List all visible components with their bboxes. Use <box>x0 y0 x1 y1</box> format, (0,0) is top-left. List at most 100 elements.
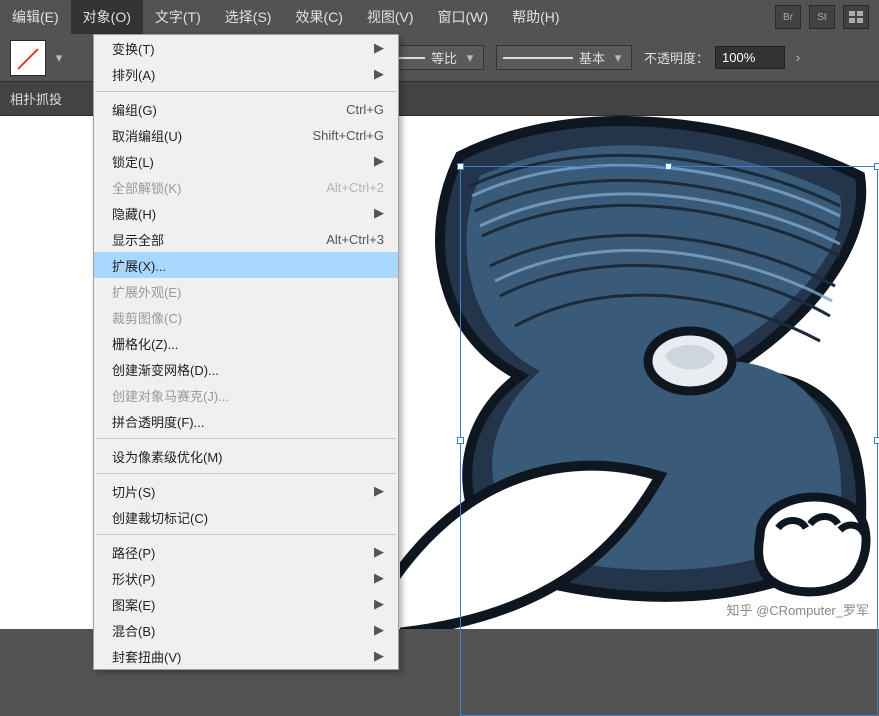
submenu-arrow-icon: ▶ <box>374 66 384 82</box>
menu-item: 裁剪图像(C) <box>94 304 398 330</box>
menu-item[interactable]: 锁定(L)▶ <box>94 148 398 174</box>
menu-item[interactable]: 隐藏(H)▶ <box>94 200 398 226</box>
menu-type[interactable]: 文字(T) <box>143 0 213 34</box>
menu-effect[interactable]: 效果(C) <box>283 0 354 34</box>
menu-label: 文字(T) <box>155 7 201 27</box>
menu-item-shortcut: Shift+Ctrl+G <box>312 128 384 143</box>
submenu-arrow-icon: ▶ <box>374 205 384 221</box>
bridge-icon[interactable]: Br <box>775 5 801 29</box>
menu-item[interactable]: 封套扭曲(V)▶ <box>94 643 398 669</box>
menu-item[interactable]: 编组(G)Ctrl+G <box>94 96 398 122</box>
selection-bounds[interactable] <box>460 166 878 716</box>
menu-item[interactable]: 路径(P)▶ <box>94 539 398 565</box>
stroke-select[interactable]: 基本 ▾ <box>496 45 632 70</box>
menu-label: 视图(V) <box>367 7 414 27</box>
menu-item[interactable]: 设为像素级优化(M) <box>94 443 398 469</box>
menu-item-label: 创建对象马赛克(J)... <box>112 386 384 405</box>
selection-handle[interactable] <box>874 163 879 170</box>
stroke-group: 基本 ▾ <box>496 45 632 70</box>
menu-edit[interactable]: 编辑(E) <box>0 0 71 34</box>
watermark: 知乎 @CRomputer_罗军 <box>726 600 869 619</box>
menu-separator <box>96 91 396 92</box>
menu-item[interactable]: 形状(P)▶ <box>94 565 398 591</box>
menu-item-label: 拼合透明度(F)... <box>112 412 384 431</box>
menu-label: 帮助(H) <box>512 7 559 27</box>
menu-item-label: 切片(S) <box>112 482 374 501</box>
menu-window[interactable]: 窗口(W) <box>426 0 501 34</box>
chevron-down-icon: ▾ <box>611 51 625 65</box>
menu-label: 窗口(W) <box>438 7 489 27</box>
menu-item[interactable]: 混合(B)▶ <box>94 617 398 643</box>
menu-item-label: 排列(A) <box>112 65 374 84</box>
submenu-arrow-icon: ▶ <box>374 596 384 612</box>
menu-item-label: 创建渐变网格(D)... <box>112 360 384 379</box>
fill-stroke-swatch[interactable] <box>10 40 46 76</box>
menu-item-label: 全部解锁(K) <box>112 178 326 197</box>
submenu-arrow-icon: ▶ <box>374 40 384 56</box>
selection-handle[interactable] <box>874 437 879 444</box>
menubar: 编辑(E) 对象(O) 文字(T) 选择(S) 效果(C) 视图(V) 窗口(W… <box>0 0 879 34</box>
menu-label: 编辑(E) <box>12 7 59 27</box>
menubar-icons: Br St <box>775 0 879 34</box>
menu-separator <box>96 534 396 535</box>
stock-icon[interactable]: St <box>809 5 835 29</box>
menu-item[interactable]: 切片(S)▶ <box>94 478 398 504</box>
menu-item-label: 混合(B) <box>112 621 374 640</box>
menu-item-label: 取消编组(U) <box>112 126 312 145</box>
opacity-label: 不透明度： <box>644 48 709 67</box>
submenu-arrow-icon: ▶ <box>374 570 384 586</box>
menu-label: 对象(O) <box>83 7 131 27</box>
menu-label: 选择(S) <box>225 7 272 27</box>
menu-item-label: 扩展(X)... <box>112 256 384 275</box>
menu-item-label: 锁定(L) <box>112 152 374 171</box>
opacity-more-icon[interactable]: › <box>791 51 805 65</box>
submenu-arrow-icon: ▶ <box>374 544 384 560</box>
menu-help[interactable]: 帮助(H) <box>500 0 571 34</box>
menu-item-label: 裁剪图像(C) <box>112 308 384 327</box>
menu-separator <box>96 438 396 439</box>
menu-item-label: 扩展外观(E) <box>112 282 384 301</box>
ratio-label: 等比 <box>431 48 457 67</box>
object-menu-dropdown: 变换(T)▶排列(A)▶编组(G)Ctrl+G取消编组(U)Shift+Ctrl… <box>93 34 399 670</box>
menu-item[interactable]: 扩展(X)... <box>94 252 398 278</box>
menu-item-label: 图案(E) <box>112 595 374 614</box>
submenu-arrow-icon: ▶ <box>374 648 384 664</box>
document-tab[interactable]: 相扑抓投 <box>10 89 62 108</box>
stroke-label: 基本 <box>579 48 605 67</box>
menu-label: 效果(C) <box>295 7 342 27</box>
menu-item[interactable]: 创建渐变网格(D)... <box>94 356 398 382</box>
menu-item[interactable]: 图案(E)▶ <box>94 591 398 617</box>
selection-handle[interactable] <box>665 163 672 170</box>
selection-handle[interactable] <box>457 163 464 170</box>
menu-view[interactable]: 视图(V) <box>355 0 426 34</box>
menu-item-label: 编组(G) <box>112 100 346 119</box>
menu-object[interactable]: 对象(O) <box>71 0 143 34</box>
menu-item-label: 显示全部 <box>112 230 326 249</box>
menu-item-label: 创建裁切标记(C) <box>112 508 384 527</box>
chevron-down-icon: ▾ <box>463 51 477 65</box>
opacity-input[interactable]: 100% <box>715 46 785 69</box>
menu-item-label: 路径(P) <box>112 543 374 562</box>
submenu-arrow-icon: ▶ <box>374 622 384 638</box>
menu-item-label: 设为像素级优化(M) <box>112 447 384 466</box>
menu-item[interactable]: 栅格化(Z)... <box>94 330 398 356</box>
menu-separator <box>96 473 396 474</box>
menu-item: 创建对象马赛克(J)... <box>94 382 398 408</box>
menu-item[interactable]: 拼合透明度(F)... <box>94 408 398 434</box>
menu-item[interactable]: 排列(A)▶ <box>94 61 398 87</box>
swatch-dropdown-icon[interactable]: ▾ <box>52 51 66 65</box>
menu-item[interactable]: 变换(T)▶ <box>94 35 398 61</box>
menu-item: 全部解锁(K)Alt+Ctrl+2 <box>94 174 398 200</box>
menu-item[interactable]: 取消编组(U)Shift+Ctrl+G <box>94 122 398 148</box>
arrange-docs-icon[interactable] <box>843 5 869 29</box>
selection-handle[interactable] <box>457 437 464 444</box>
menu-select[interactable]: 选择(S) <box>213 0 284 34</box>
menu-item-shortcut: Ctrl+G <box>346 102 384 117</box>
menu-item-shortcut: Alt+Ctrl+3 <box>326 232 384 247</box>
submenu-arrow-icon: ▶ <box>374 483 384 499</box>
menu-item-label: 隐藏(H) <box>112 204 374 223</box>
submenu-arrow-icon: ▶ <box>374 153 384 169</box>
menu-item-label: 形状(P) <box>112 569 374 588</box>
menu-item[interactable]: 显示全部Alt+Ctrl+3 <box>94 226 398 252</box>
menu-item[interactable]: 创建裁切标记(C) <box>94 504 398 530</box>
